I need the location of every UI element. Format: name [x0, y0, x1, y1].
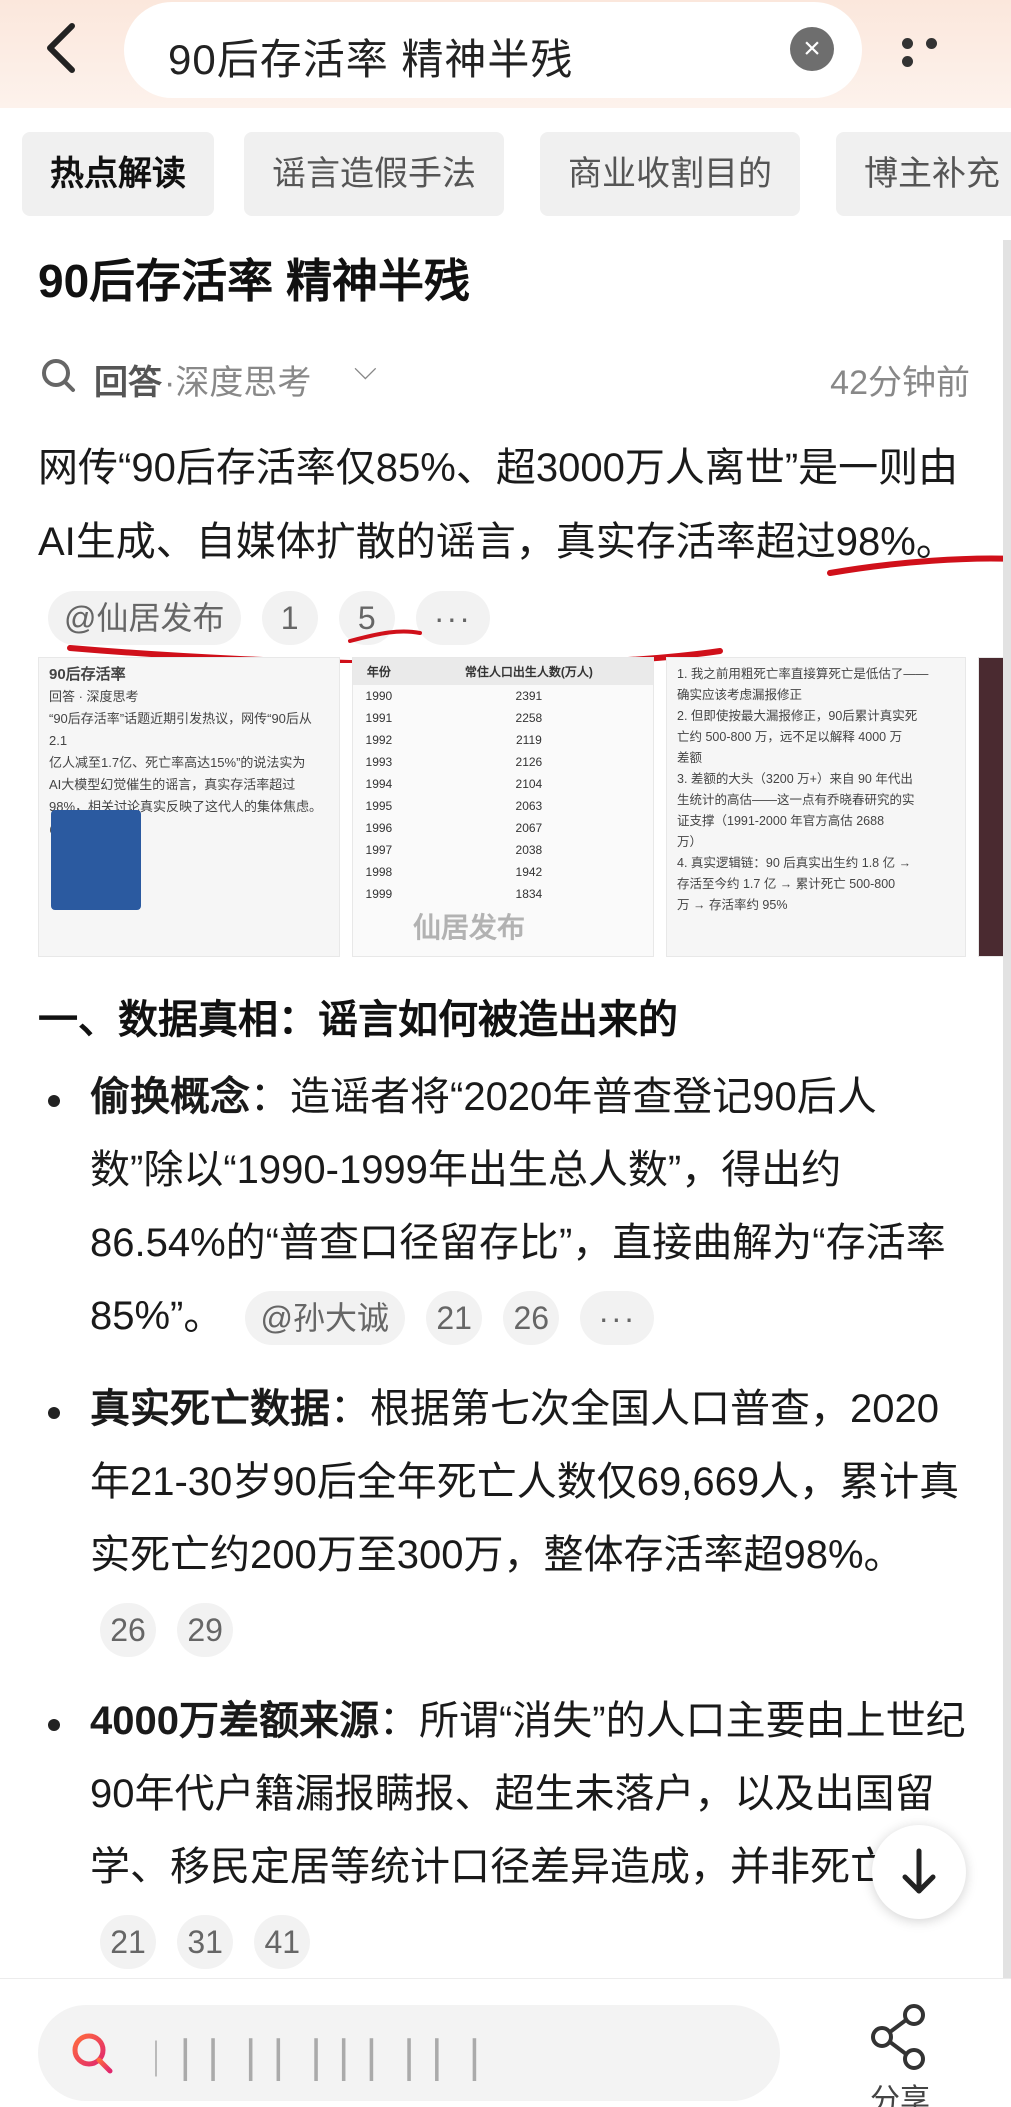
- citation-badge[interactable]: 21: [426, 1291, 483, 1346]
- image-thumbnail[interactable]: 1. 我之前用粗死亡率直接算死亡是低估了—— 确实应该考虑漏报修正 2. 但即使…: [666, 657, 966, 957]
- search-query-text[interactable]: 90后存活率 精神半残: [168, 26, 573, 87]
- page-title: 90后存活率 精神半残: [38, 255, 470, 307]
- scroll-down-button[interactable]: [872, 1825, 966, 1919]
- image-strip[interactable]: 90后存活率 回答 · 深度思考 “90后存活率”话题近期引发热议，网传“90后…: [38, 657, 1011, 957]
- thumbnail-text: 1. 我之前用粗死亡率直接算死亡是低估了—— 确实应该考虑漏报修正 2. 但即使…: [677, 667, 929, 912]
- intro-paragraph: 网传“90后存活率仅85%、超3000万人离世”是一则由AI生成、自媒体扩散的谣…: [38, 431, 970, 653]
- source-tag[interactable]: @仙居发布: [48, 591, 241, 646]
- more-citations-button[interactable]: ···: [415, 591, 490, 646]
- bullet-dot: [48, 1719, 60, 1731]
- top-bar: 90后存活率 精神半残 ×: [0, 0, 1011, 108]
- intro-text: 网传“90后存活率仅85%、超3000万人离世”是一则由AI生成、自媒体扩散的谣…: [38, 446, 959, 564]
- scrollbar[interactable]: [1003, 240, 1011, 1980]
- arrow-down-icon: [902, 1848, 936, 1894]
- bullet-body: 偷换概念：造谣者将“2020年普查登记90后人数”除以“1990-1999年出生…: [90, 1061, 970, 1353]
- answer-label: 回答: [94, 364, 162, 402]
- ask-input[interactable]: ｜ ▏▏ ▏▏ ▏▏▏ ▏▏ ▏: [38, 2005, 780, 2101]
- bottom-bar: ｜ ▏▏ ▏▏ ▏▏▏ ▏▏ ▏ 分享: [0, 1978, 1011, 2107]
- source-tag[interactable]: @孙大诚: [244, 1291, 406, 1346]
- news-anchor-image: [51, 810, 141, 910]
- tab-blogger-supplement[interactable]: 博主补充: [836, 132, 1011, 216]
- bullet-heading: 4000万差额来源: [90, 1699, 379, 1743]
- more-citations-button[interactable]: ···: [580, 1291, 655, 1346]
- citation-badge[interactable]: 31: [177, 1915, 234, 1970]
- tab-commercial-purpose[interactable]: 商业收割目的: [540, 132, 800, 216]
- search-box[interactable]: 90后存活率 精神半残 ×: [124, 2, 862, 98]
- ask-input-placeholder: ｜ ▏▏ ▏▏ ▏▏▏ ▏▏ ▏: [138, 2039, 501, 2080]
- watermark: 仙居发布: [413, 912, 526, 943]
- bullet-heading: 真实死亡数据: [90, 1387, 330, 1431]
- bullet-dot: [48, 1095, 60, 1107]
- list-item: 4000万差额来源：所谓“消失”的人口主要由上世纪90年代户籍漏报瞒报、超生未落…: [38, 1685, 978, 1985]
- citation-badge[interactable]: 1: [261, 591, 318, 646]
- more-icon[interactable]: [902, 36, 972, 67]
- citation-badge[interactable]: 21: [100, 1915, 156, 1970]
- tab-rumor-methods[interactable]: 谣言造假手法: [244, 132, 504, 216]
- citation-badge[interactable]: 26: [503, 1291, 560, 1346]
- ai-search-icon: [72, 2033, 113, 2074]
- close-icon[interactable]: ×: [790, 27, 834, 71]
- bullet-dot: [48, 1407, 60, 1419]
- deep-thinking-mode[interactable]: ·深度思考: [164, 355, 311, 404]
- citation-badge[interactable]: 29: [177, 1603, 234, 1658]
- bullet-body: 4000万差额来源：所谓“消失”的人口主要由上世纪90年代户籍漏报瞒报、超生未落…: [90, 1685, 970, 1977]
- topic-tabs: 热点解读 谣言造假手法 商业收割目的 博主补充: [0, 108, 1011, 233]
- section-heading: 一、数据真相：谣言如何被造出来的: [38, 998, 678, 1042]
- tab-hotspot[interactable]: 热点解读: [22, 132, 214, 216]
- citation-badge[interactable]: 26: [100, 1603, 156, 1658]
- share-label: 分享: [870, 2084, 930, 2107]
- citation-badge[interactable]: 5: [338, 591, 395, 646]
- share-icon: [871, 2004, 925, 2070]
- ai-search-icon: [42, 359, 75, 392]
- answer-meta: 回答 ·深度思考 ⌵ 42分钟前: [38, 351, 970, 411]
- list-item: 真实死亡数据：根据第七次全国人口普查，2020年21-30岁90后全年死亡人数仅…: [38, 1373, 978, 1673]
- birth-stats-table: 年份 常住人口出生人数(万人) 1990 2391 1991 2258 1992 211…: [353, 658, 653, 905]
- citation-badge[interactable]: 41: [254, 1915, 311, 1970]
- bullet-heading: 偷换概念: [90, 1075, 250, 1119]
- image-thumbnail[interactable]: 90后存活率 回答 · 深度思考 “90后存活率”话题近期引发热议，网传“90后…: [38, 657, 340, 957]
- chevron-down-icon[interactable]: ⌵: [354, 353, 377, 387]
- back-arrow-icon[interactable]: [38, 18, 88, 78]
- image-thumbnail[interactable]: 年份 常住人口出生人数(万人) 1990 2391 1991 2258 1992 211…: [352, 657, 654, 957]
- list-item: 偷换概念：造谣者将“2020年普查登记90后人数”除以“1990-1999年出生…: [38, 1061, 978, 1361]
- timestamp: 42分钟前: [830, 364, 970, 402]
- bullet-body: 真实死亡数据：根据第七次全国人口普查，2020年21-30岁90后全年死亡人数仅…: [90, 1373, 970, 1665]
- share-button[interactable]: 分享: [860, 1999, 940, 2107]
